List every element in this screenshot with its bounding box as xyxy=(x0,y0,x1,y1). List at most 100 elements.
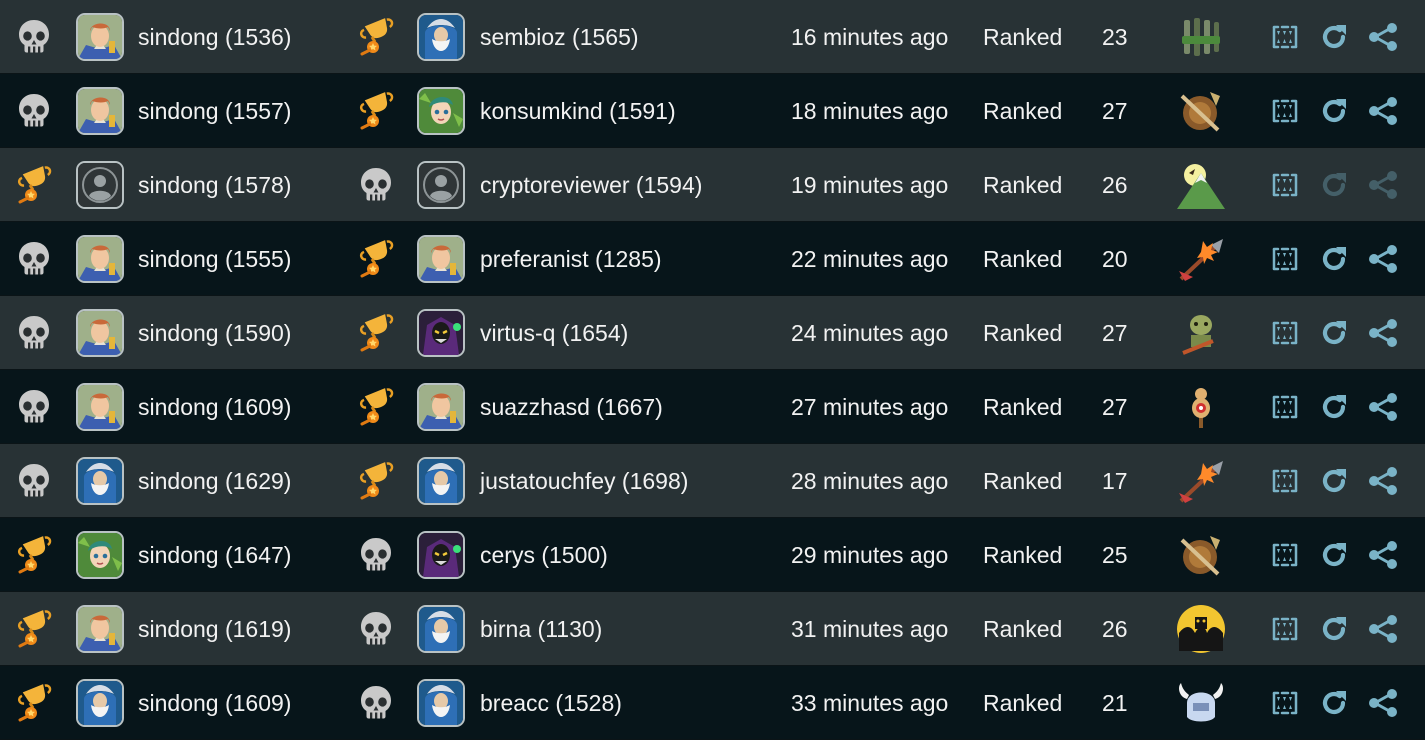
share-icon[interactable] xyxy=(1366,74,1400,148)
trophy-icon xyxy=(10,148,58,222)
player1-name[interactable]: sindong (1619) xyxy=(138,592,291,666)
player2-avatar[interactable] xyxy=(417,592,465,666)
player1-name[interactable]: sindong (1557) xyxy=(138,74,291,148)
player1-name[interactable]: sindong (1647) xyxy=(138,518,291,592)
player1-avatar[interactable] xyxy=(76,666,124,740)
watch-replay-icon[interactable] xyxy=(1268,666,1302,740)
player2-avatar[interactable] xyxy=(417,148,465,222)
rematch-icon[interactable] xyxy=(1317,222,1351,296)
potions-deck-icon[interactable] xyxy=(1175,0,1227,74)
share-icon[interactable] xyxy=(1366,518,1400,592)
trophy-icon xyxy=(352,296,400,370)
player2-avatar[interactable] xyxy=(417,666,465,740)
game-type: Ranked xyxy=(983,319,1063,346)
player2-name[interactable]: preferanist (1285) xyxy=(480,222,662,296)
share-icon[interactable] xyxy=(1366,296,1400,370)
player1-name[interactable]: sindong (1555) xyxy=(138,222,291,296)
share-icon[interactable] xyxy=(1366,592,1400,666)
rematch-icon[interactable] xyxy=(1317,74,1351,148)
player2-name[interactable]: sembioz (1565) xyxy=(480,0,639,74)
player1-avatar[interactable] xyxy=(76,0,124,74)
player1-name[interactable]: sindong (1609) xyxy=(138,370,291,444)
game-time: 19 minutes ago xyxy=(791,171,949,198)
watch-replay-icon[interactable] xyxy=(1268,0,1302,74)
game-type: Ranked xyxy=(983,689,1063,716)
watch-replay-icon[interactable] xyxy=(1268,518,1302,592)
skull-icon xyxy=(10,444,58,518)
game-type: Ranked xyxy=(983,467,1063,494)
skull-icon xyxy=(352,666,400,740)
player1-name[interactable]: sindong (1536) xyxy=(138,0,291,74)
player1-avatar[interactable] xyxy=(76,444,124,518)
player1-name[interactable]: sindong (1609) xyxy=(138,666,291,740)
player2-name[interactable]: birna (1130) xyxy=(480,592,602,666)
viking-helmet-deck-icon[interactable] xyxy=(1175,666,1227,740)
shadow-deck-icon[interactable] xyxy=(1175,592,1227,666)
rematch-icon[interactable] xyxy=(1317,518,1351,592)
mountain-deck-icon[interactable] xyxy=(1175,148,1227,222)
player2-avatar[interactable] xyxy=(417,222,465,296)
player2-name[interactable]: virtus-q (1654) xyxy=(480,296,628,370)
share-icon[interactable] xyxy=(1366,0,1400,74)
arrow-deck-icon[interactable] xyxy=(1175,222,1227,296)
player2-avatar[interactable] xyxy=(417,0,465,74)
player2-name[interactable]: justatouchfey (1698) xyxy=(480,444,688,518)
player1-avatar[interactable] xyxy=(76,74,124,148)
player1-name[interactable]: sindong (1629) xyxy=(138,444,291,518)
player1-name[interactable]: sindong (1578) xyxy=(138,148,291,222)
goblin-deck-icon[interactable] xyxy=(1175,296,1227,370)
rematch-icon[interactable] xyxy=(1317,666,1351,740)
player2-avatar[interactable] xyxy=(417,370,465,444)
wizard-avatar xyxy=(76,679,124,727)
turn-count: 23 xyxy=(1102,23,1128,50)
game-time: 16 minutes ago xyxy=(791,23,949,50)
player2-name[interactable]: cerys (1500) xyxy=(480,518,608,592)
watch-replay-icon[interactable] xyxy=(1268,370,1302,444)
trophy-icon xyxy=(10,592,58,666)
player1-avatar[interactable] xyxy=(76,222,124,296)
trophy-icon xyxy=(352,222,400,296)
rematch-icon[interactable] xyxy=(1317,296,1351,370)
share-icon[interactable] xyxy=(1366,370,1400,444)
watch-replay-icon[interactable] xyxy=(1268,222,1302,296)
game-type: Ranked xyxy=(983,23,1063,50)
turn-count: 26 xyxy=(1102,615,1128,642)
watch-replay-icon[interactable] xyxy=(1268,296,1302,370)
player1-avatar[interactable] xyxy=(76,296,124,370)
player1-avatar[interactable] xyxy=(76,148,124,222)
player2-avatar[interactable] xyxy=(417,518,465,592)
player2-avatar[interactable] xyxy=(417,444,465,518)
share-icon[interactable] xyxy=(1366,222,1400,296)
watch-replay-icon[interactable] xyxy=(1268,444,1302,518)
rematch-icon[interactable] xyxy=(1317,0,1351,74)
player2-name[interactable]: suazzhasd (1667) xyxy=(480,370,663,444)
rematch-icon[interactable] xyxy=(1317,444,1351,518)
player2-name[interactable]: konsumkind (1591) xyxy=(480,74,676,148)
player2-avatar[interactable] xyxy=(417,296,465,370)
player2-name[interactable]: breacc (1528) xyxy=(480,666,622,740)
rematch-icon xyxy=(1317,148,1351,222)
share-icon[interactable] xyxy=(1366,666,1400,740)
player1-avatar[interactable] xyxy=(76,370,124,444)
game-type: Ranked xyxy=(983,171,1063,198)
watch-replay-icon[interactable] xyxy=(1268,148,1302,222)
player1-avatar[interactable] xyxy=(76,592,124,666)
shield-deck-icon[interactable] xyxy=(1175,518,1227,592)
player1-avatar[interactable] xyxy=(76,518,124,592)
player1-name[interactable]: sindong (1590) xyxy=(138,296,291,370)
watch-replay-icon[interactable] xyxy=(1268,592,1302,666)
player2-avatar[interactable] xyxy=(417,74,465,148)
rematch-icon[interactable] xyxy=(1317,592,1351,666)
rematch-icon[interactable] xyxy=(1317,370,1351,444)
shield-deck-icon[interactable] xyxy=(1175,74,1227,148)
trophy-icon xyxy=(352,74,400,148)
turn-count: 21 xyxy=(1102,689,1128,716)
skull-icon xyxy=(352,592,400,666)
player2-name[interactable]: cryptoreviewer (1594) xyxy=(480,148,702,222)
turn-count: 27 xyxy=(1102,319,1128,346)
watch-replay-icon[interactable] xyxy=(1268,74,1302,148)
target-dummy-deck-icon[interactable] xyxy=(1175,370,1227,444)
share-icon[interactable] xyxy=(1366,444,1400,518)
elf-avatar xyxy=(417,87,465,135)
arrow-deck-icon[interactable] xyxy=(1175,444,1227,518)
